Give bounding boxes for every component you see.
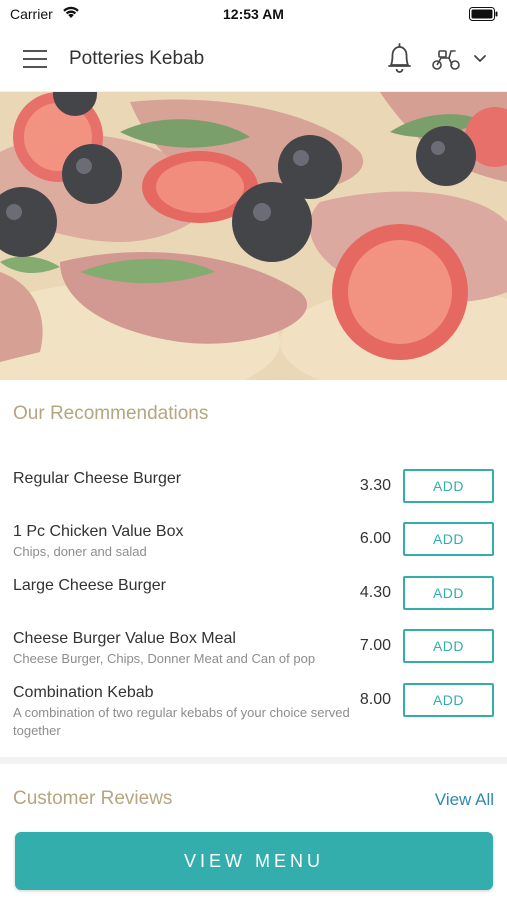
menu-icon[interactable] <box>22 48 48 70</box>
item-price: 7.00 <box>359 637 391 654</box>
item-name: 1 Pc Chicken Value Box <box>13 523 184 540</box>
scooter-icon[interactable] <box>431 47 461 71</box>
top-bar: Potteries Kebab <box>0 30 507 92</box>
item-description: Cheese Burger, Chips, Donner Meat and Ca… <box>13 651 316 666</box>
recommendations-heading: Our Recommendations <box>13 403 209 424</box>
item-price: 4.30 <box>359 584 391 601</box>
section-divider <box>0 757 507 764</box>
view-menu-button[interactable]: VIEW MENU <box>15 832 493 890</box>
battery-icon <box>469 7 498 21</box>
add-button[interactable]: ADD <box>403 576 494 610</box>
item-name: Large Cheese Burger <box>13 577 166 594</box>
add-button[interactable]: ADD <box>403 683 494 717</box>
item-price: 6.00 <box>359 530 391 547</box>
add-button[interactable]: ADD <box>403 469 494 503</box>
item-price: 3.30 <box>359 477 391 494</box>
bell-icon[interactable] <box>386 42 413 74</box>
item-name: Cheese Burger Value Box Meal <box>13 630 236 647</box>
reviews-heading: Customer Reviews <box>13 788 173 809</box>
add-button[interactable]: ADD <box>403 629 494 663</box>
restaurant-title: Potteries Kebab <box>69 48 205 69</box>
status-time: 12:53 AM <box>223 6 284 22</box>
view-all-reviews-link[interactable]: View All <box>435 790 494 810</box>
item-name: Regular Cheese Burger <box>13 470 182 487</box>
item-price: 8.00 <box>359 691 391 708</box>
item-description: Chips, doner and salad <box>13 544 147 559</box>
item-name: Combination Kebab <box>13 684 154 701</box>
status-bar: Carrier 12:53 AM <box>0 0 507 30</box>
hero-image <box>0 92 507 380</box>
add-button[interactable]: ADD <box>403 522 494 556</box>
chevron-down-icon[interactable] <box>473 54 487 64</box>
item-description: A combination of two regular kebabs of y… <box>13 705 350 738</box>
